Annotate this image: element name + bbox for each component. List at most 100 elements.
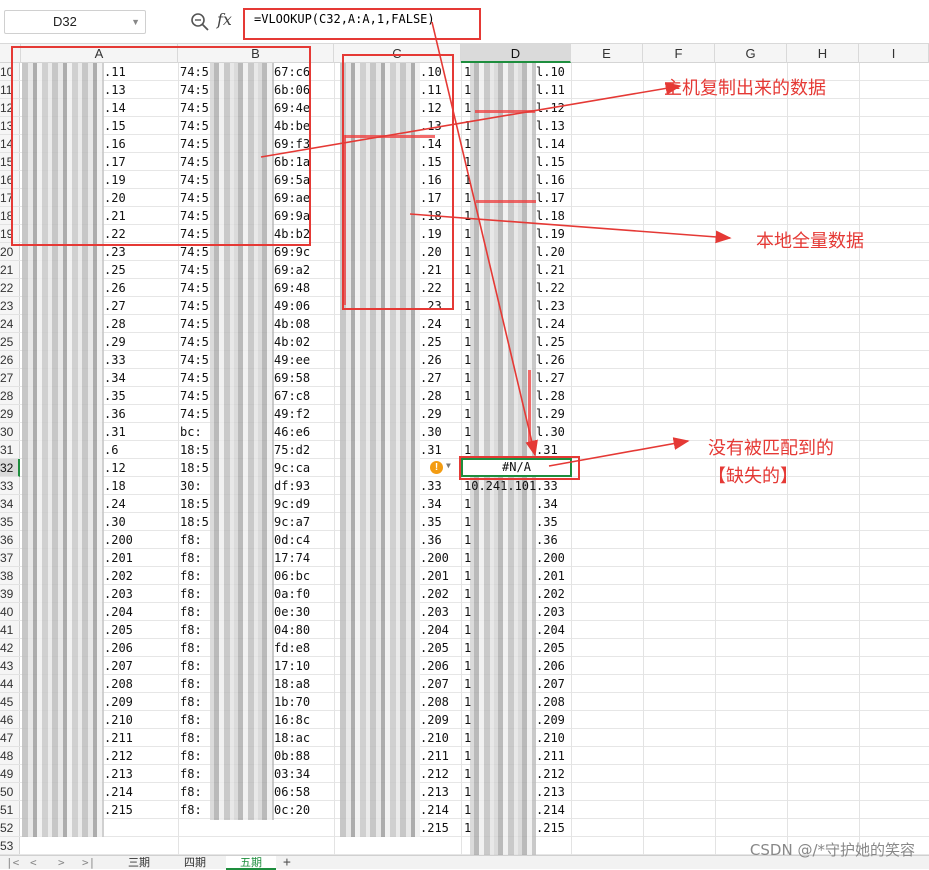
cell-a[interactable]: .36 bbox=[104, 405, 126, 423]
cell-b-suffix[interactable]: 49:f2 bbox=[274, 405, 310, 423]
cell-d-prefix[interactable]: 1 bbox=[464, 315, 471, 333]
cell-d-suffix[interactable]: .211 bbox=[536, 747, 565, 765]
row-header[interactable]: 53 bbox=[0, 837, 20, 855]
cell-a[interactable]: .34 bbox=[104, 369, 126, 387]
cell-b-prefix[interactable]: 74:5 bbox=[180, 333, 209, 351]
row-header[interactable]: 39 bbox=[0, 585, 20, 603]
cell-d-suffix[interactable]: .36 bbox=[536, 531, 558, 549]
cell-d-suffix[interactable]: l.28 bbox=[536, 387, 565, 405]
cell-d-prefix[interactable]: 1 bbox=[464, 153, 471, 171]
column-header-f[interactable]: F bbox=[643, 44, 715, 63]
cell-a[interactable]: .31 bbox=[104, 423, 126, 441]
cell-d-prefix[interactable]: 1 bbox=[464, 99, 471, 117]
column-header-i[interactable]: I bbox=[859, 44, 929, 63]
last-sheet-icon[interactable]: >| bbox=[82, 856, 95, 870]
cell-d-prefix[interactable]: 1 bbox=[464, 621, 471, 639]
cell-d-suffix[interactable]: l.26 bbox=[536, 351, 565, 369]
cell-c[interactable]: .33 bbox=[420, 477, 442, 495]
cell-d-suffix[interactable]: .214 bbox=[536, 801, 565, 819]
cell-d-prefix[interactable]: 1 bbox=[464, 117, 471, 135]
cell-d-prefix[interactable]: 1 bbox=[464, 819, 471, 837]
cell-a[interactable]: .207 bbox=[104, 657, 133, 675]
cell-b-prefix[interactable]: f8: bbox=[180, 639, 202, 657]
add-sheet-icon[interactable]: + bbox=[283, 856, 291, 870]
cell-d-prefix[interactable]: 1 bbox=[464, 387, 471, 405]
cell-c[interactable]: .201 bbox=[420, 567, 449, 585]
cell-d-prefix[interactable]: 1 bbox=[464, 243, 471, 261]
cell-c[interactable]: .34 bbox=[420, 495, 442, 513]
cell-b-prefix[interactable]: 18:5 bbox=[180, 459, 209, 477]
cell-d-suffix[interactable]: .203 bbox=[536, 603, 565, 621]
row-header[interactable]: 29 bbox=[0, 405, 20, 423]
cell-a[interactable]: .215 bbox=[104, 801, 133, 819]
cell-b-suffix[interactable]: 4b:08 bbox=[274, 315, 310, 333]
cell-d-suffix[interactable]: l.11 bbox=[536, 81, 565, 99]
cell-b-suffix[interactable]: 46:e6 bbox=[274, 423, 310, 441]
cell-d-suffix[interactable]: l.23 bbox=[536, 297, 565, 315]
cell-a[interactable]: .24 bbox=[104, 495, 126, 513]
row-header[interactable]: 31 bbox=[0, 441, 20, 459]
fx-icon[interactable]: fx bbox=[217, 10, 232, 29]
cell-b-suffix[interactable]: 49:ee bbox=[274, 351, 310, 369]
column-header-d[interactable]: D bbox=[461, 44, 571, 63]
cell-c[interactable]: .213 bbox=[420, 783, 449, 801]
cell-a[interactable]: .200 bbox=[104, 531, 133, 549]
cell-d-prefix[interactable]: 1 bbox=[464, 297, 471, 315]
cell-a[interactable]: .206 bbox=[104, 639, 133, 657]
cell-b-suffix[interactable]: 04:80 bbox=[274, 621, 310, 639]
cell-d-prefix[interactable]: 1 bbox=[464, 81, 471, 99]
cell-c[interactable]: .204 bbox=[420, 621, 449, 639]
cell-a[interactable]: .203 bbox=[104, 585, 133, 603]
cell-d-prefix[interactable]: 1 bbox=[464, 333, 471, 351]
cell-d-suffix[interactable]: l.12 bbox=[536, 99, 565, 117]
cell-a[interactable]: .33 bbox=[104, 351, 126, 369]
cell-a[interactable]: .204 bbox=[104, 603, 133, 621]
cell-d-prefix[interactable]: 1 bbox=[464, 567, 471, 585]
cell-d-prefix[interactable]: 1 bbox=[464, 729, 471, 747]
cell-b-suffix[interactable]: 0d:c4 bbox=[274, 531, 310, 549]
cell-a[interactable]: .25 bbox=[104, 261, 126, 279]
cell-b-prefix[interactable]: f8: bbox=[180, 549, 202, 567]
cell-b-prefix[interactable]: 74:5 bbox=[180, 405, 209, 423]
cell-d-suffix[interactable]: l.21 bbox=[536, 261, 565, 279]
cell-d-suffix[interactable]: l.13 bbox=[536, 117, 565, 135]
cell-c[interactable]: .205 bbox=[420, 639, 449, 657]
sheet-tab-1[interactable]: 三期 bbox=[113, 856, 165, 870]
row-header[interactable]: 30 bbox=[0, 423, 20, 441]
cell-d-prefix[interactable]: 1 bbox=[464, 495, 471, 513]
row-header[interactable]: 28 bbox=[0, 387, 20, 405]
cell-b-suffix[interactable]: 4b:02 bbox=[274, 333, 310, 351]
chevron-down-icon[interactable]: ▼ bbox=[446, 461, 451, 470]
cell-d-suffix[interactable]: .207 bbox=[536, 675, 565, 693]
cell-b-prefix[interactable]: f8: bbox=[180, 675, 202, 693]
cell-d-suffix[interactable]: l.18 bbox=[536, 207, 565, 225]
cell-c[interactable]: .203 bbox=[420, 603, 449, 621]
cell-d-suffix[interactable]: l.27 bbox=[536, 369, 565, 387]
cell-d-prefix[interactable]: 1 bbox=[464, 261, 471, 279]
cell-d-suffix[interactable]: l.19 bbox=[536, 225, 565, 243]
row-header[interactable]: 51 bbox=[0, 801, 20, 819]
row-header[interactable]: 52 bbox=[0, 819, 20, 837]
cell-b-prefix[interactable]: f8: bbox=[180, 621, 202, 639]
cell-d-suffix[interactable]: l.16 bbox=[536, 171, 565, 189]
cell-a[interactable]: .30 bbox=[104, 513, 126, 531]
cell-b-suffix[interactable]: 9c:ca bbox=[274, 459, 310, 477]
cell-c[interactable]: .27 bbox=[420, 369, 442, 387]
cell-b-suffix[interactable]: 06:58 bbox=[274, 783, 310, 801]
row-header[interactable]: 47 bbox=[0, 729, 20, 747]
cell-d-prefix[interactable]: 1 bbox=[464, 693, 471, 711]
cell-c[interactable]: .212 bbox=[420, 765, 449, 783]
cell-d-suffix[interactable]: l.14 bbox=[536, 135, 565, 153]
cell-c[interactable]: .29 bbox=[420, 405, 442, 423]
cell-d-suffix[interactable]: l.17 bbox=[536, 189, 565, 207]
cell-d-suffix[interactable]: .212 bbox=[536, 765, 565, 783]
cell-d-prefix[interactable]: 1 bbox=[464, 549, 471, 567]
cell-c[interactable]: .202 bbox=[420, 585, 449, 603]
cell-a[interactable]: .26 bbox=[104, 279, 126, 297]
prev-sheet-icon[interactable]: < bbox=[30, 856, 37, 870]
cell-b-prefix[interactable]: f8: bbox=[180, 765, 202, 783]
cell-c[interactable]: .30 bbox=[420, 423, 442, 441]
cell-a[interactable]: .18 bbox=[104, 477, 126, 495]
cell-d-suffix[interactable]: .34 bbox=[536, 495, 558, 513]
cell-b-prefix[interactable]: 18:5 bbox=[180, 495, 209, 513]
